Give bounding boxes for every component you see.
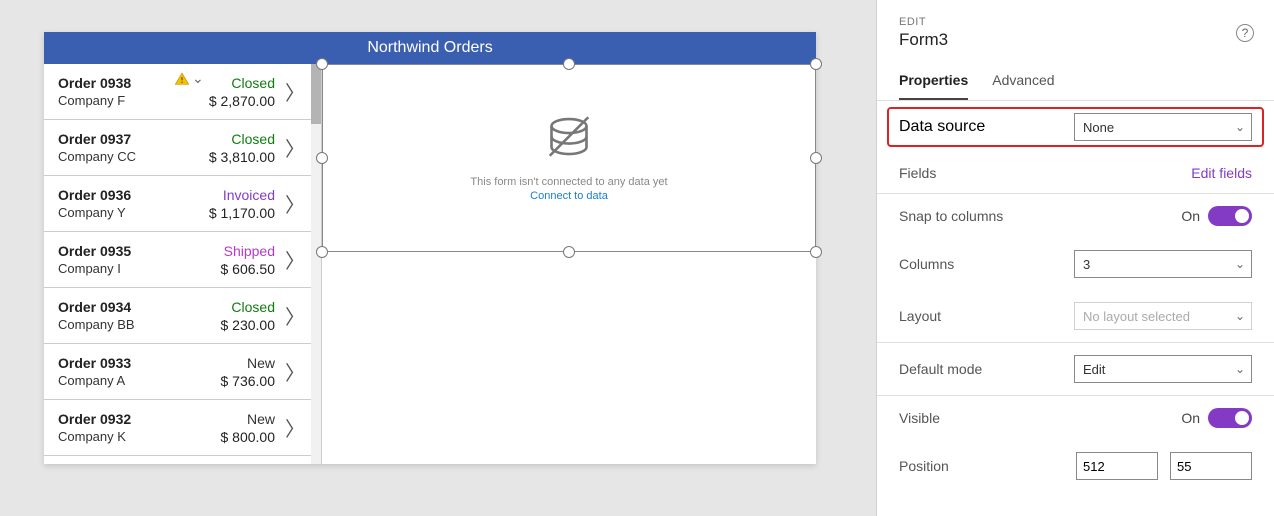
fields-label: Fields: [899, 165, 936, 181]
position-x-input[interactable]: [1076, 452, 1158, 480]
properties-panel: EDIT Form3 ? Properties Advanced Data so…: [876, 0, 1274, 516]
columns-select[interactable]: 3 ⌄: [1074, 250, 1252, 278]
order-status: Closed: [191, 131, 275, 147]
columns-value: 3: [1083, 257, 1090, 272]
data-source-value: None: [1083, 120, 1114, 135]
default-mode-label: Default mode: [899, 361, 982, 377]
default-mode-select[interactable]: Edit ⌄: [1074, 355, 1252, 383]
chevron-right-icon: 〉: [281, 301, 309, 330]
order-company: Company A: [58, 373, 191, 388]
chevron-right-icon: 〉: [281, 133, 309, 162]
scrollbar-track[interactable]: [311, 64, 321, 464]
chevron-down-icon: ⌄: [1235, 362, 1245, 376]
order-number: Order 0934: [58, 299, 191, 315]
order-list[interactable]: Order 0938 Company F ⌄ Closed $ 2,870.00…: [44, 64, 322, 464]
chevron-down-icon: ⌄: [1235, 309, 1245, 323]
data-source-select[interactable]: None ⌄: [1074, 113, 1252, 141]
visible-toggle[interactable]: [1208, 408, 1252, 428]
order-amount: $ 736.00: [191, 373, 275, 389]
edit-fields-link[interactable]: Edit fields: [1191, 165, 1252, 181]
chevron-right-icon: 〉: [281, 77, 309, 106]
layout-select[interactable]: No layout selected ⌄: [1074, 302, 1252, 330]
form-pane[interactable]: This form isn't connected to any data ye…: [322, 64, 816, 464]
app-title: Northwind Orders: [367, 39, 492, 56]
chevron-right-icon: 〉: [281, 357, 309, 386]
tab-advanced[interactable]: Advanced: [992, 72, 1054, 100]
chevron-down-icon: ⌄: [192, 70, 204, 87]
snap-state: On: [1181, 208, 1200, 224]
order-amount: $ 1,170.00: [191, 205, 275, 221]
app-title-bar: Northwind Orders: [44, 32, 816, 64]
order-amount: $ 230.00: [191, 317, 275, 333]
help-icon[interactable]: ?: [1236, 24, 1254, 42]
order-company: Company K: [58, 429, 191, 444]
order-company: Company I: [58, 261, 191, 276]
position-y-input[interactable]: [1170, 452, 1252, 480]
visible-state: On: [1181, 410, 1200, 426]
order-amount: $ 800.00: [191, 429, 275, 445]
chevron-down-icon: ⌄: [1235, 120, 1245, 134]
order-row[interactable]: Order 0935 Company I Shipped $ 606.50 〉: [44, 232, 321, 288]
tab-properties[interactable]: Properties: [899, 72, 968, 100]
order-number: Order 0932: [58, 411, 191, 427]
control-name: Form3: [899, 30, 1252, 50]
chevron-right-icon: 〉: [281, 413, 309, 442]
scrollbar-thumb[interactable]: [311, 64, 321, 124]
order-number: Order 0936: [58, 187, 191, 203]
order-number: Order 0938: [58, 75, 191, 91]
snap-toggle[interactable]: [1208, 206, 1252, 226]
empty-form-text: This form isn't connected to any data ye…: [470, 176, 667, 188]
connect-to-data-link[interactable]: Connect to data: [470, 190, 667, 202]
order-amount: $ 606.50: [191, 261, 275, 277]
chevron-right-icon: 〉: [281, 245, 309, 274]
order-status: New: [191, 355, 275, 371]
data-source-row: Data source None ⌄: [887, 107, 1264, 147]
order-row[interactable]: Order 0937 Company CC Closed $ 3,810.00 …: [44, 120, 321, 176]
order-row[interactable]: Order 0938 Company F ⌄ Closed $ 2,870.00…: [44, 64, 321, 120]
order-company: Company BB: [58, 317, 191, 332]
data-source-label: Data source: [899, 118, 985, 136]
position-label: Position: [899, 458, 949, 474]
order-company: Company CC: [58, 149, 191, 164]
order-amount: $ 3,810.00: [191, 149, 275, 165]
layout-label: Layout: [899, 308, 941, 324]
order-status: Closed: [191, 299, 275, 315]
order-row[interactable]: Order 0934 Company BB Closed $ 230.00 〉: [44, 288, 321, 344]
resize-handle[interactable]: [810, 246, 822, 258]
default-mode-value: Edit: [1083, 362, 1105, 377]
chevron-right-icon: 〉: [281, 189, 309, 218]
order-status: Invoiced: [191, 187, 275, 203]
warning-icon: [174, 71, 190, 87]
order-number: Order 0935: [58, 243, 191, 259]
edit-label: EDIT: [899, 16, 1252, 28]
order-row[interactable]: Order 0936 Company Y Invoiced $ 1,170.00…: [44, 176, 321, 232]
snap-label: Snap to columns: [899, 208, 1003, 224]
chevron-down-icon: ⌄: [1235, 257, 1245, 271]
layout-value: No layout selected: [1083, 309, 1190, 324]
order-company: Company F: [58, 93, 191, 108]
app-canvas: Northwind Orders Order 0938 Company F ⌄ …: [44, 32, 816, 464]
database-icon: [541, 112, 597, 168]
order-company: Company Y: [58, 205, 191, 220]
order-row[interactable]: Order 0932 Company K New $ 800.00 〉: [44, 400, 321, 456]
columns-label: Columns: [899, 256, 954, 272]
resize-handle[interactable]: [810, 152, 822, 164]
order-row[interactable]: Order 0933 Company A New $ 736.00 〉: [44, 344, 321, 400]
resize-handle[interactable]: [563, 246, 575, 258]
order-status: New: [191, 411, 275, 427]
order-number: Order 0937: [58, 131, 191, 147]
order-number: Order 0933: [58, 355, 191, 371]
order-status: Shipped: [191, 243, 275, 259]
visible-label: Visible: [899, 410, 940, 426]
order-amount: $ 2,870.00: [191, 93, 275, 109]
